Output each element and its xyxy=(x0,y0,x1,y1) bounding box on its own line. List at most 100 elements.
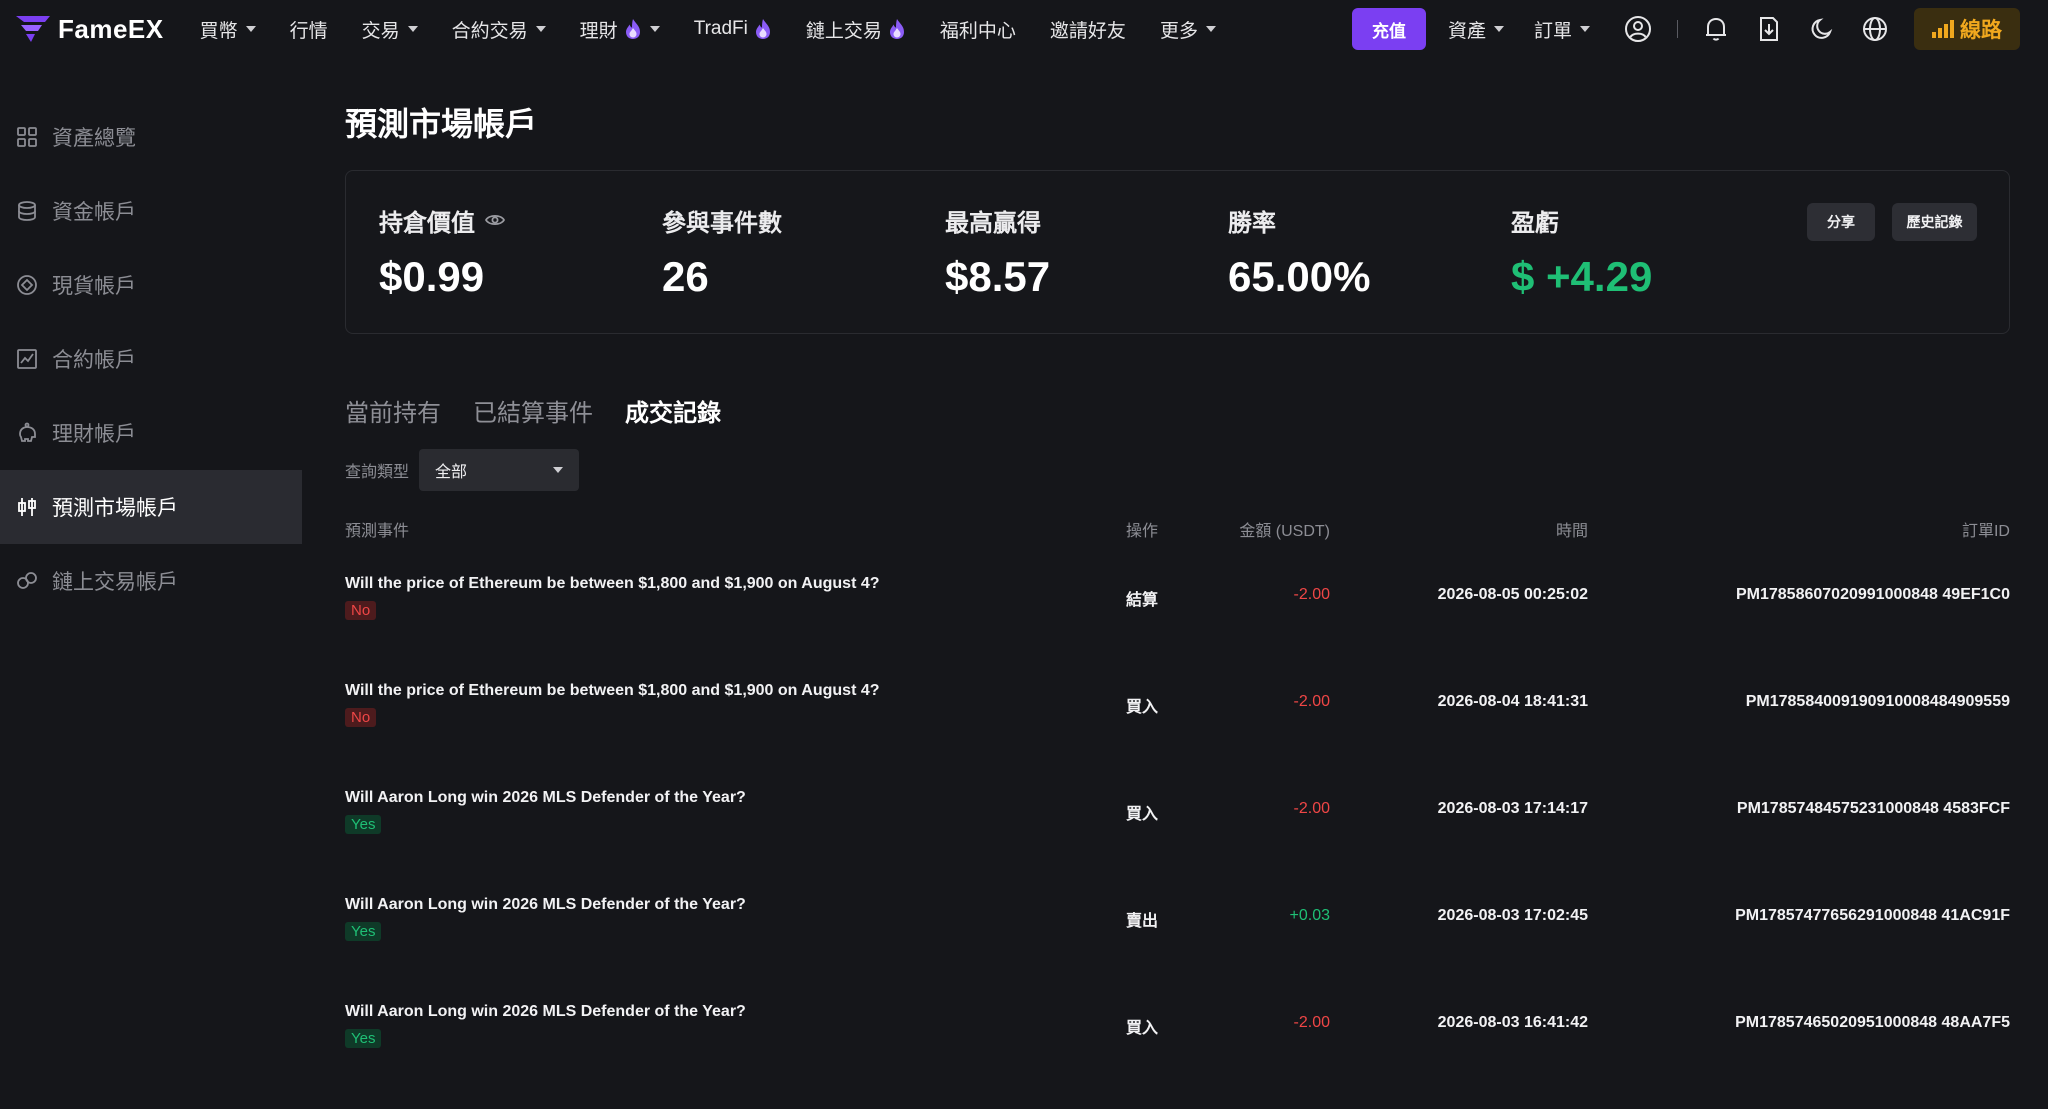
chevron-down-icon xyxy=(1580,26,1590,32)
event-title[interactable]: Will the price of Ethereum be between $1… xyxy=(345,575,880,593)
sidebar-item-4[interactable]: 理財帳戶 xyxy=(0,396,302,470)
operation: 買入 xyxy=(1126,1020,1159,1037)
win-rate-value: 65.00% xyxy=(1228,253,1371,300)
page-title: 預測市場帳戶 xyxy=(345,106,538,142)
line-label: 線路 xyxy=(1960,19,2002,42)
table-row[interactable]: Will the price of Ethereum be between $1… xyxy=(345,551,2010,658)
side-badge: Yes xyxy=(345,1029,382,1048)
user-icon[interactable] xyxy=(1623,14,1653,44)
nav-item-label: 交易 xyxy=(361,20,400,42)
order-id: PM17857465020951000848 48AA7F5 xyxy=(1735,1014,2010,1031)
sidebar-item-1[interactable]: 資金帳戶 xyxy=(0,174,302,248)
pnl-value: $ +4.29 xyxy=(1511,253,1653,300)
sidebar-item-label: 資金帳戶 xyxy=(52,201,136,224)
signal-icon xyxy=(1932,20,1954,38)
orders-menu[interactable]: 訂單 xyxy=(1534,16,1590,43)
deposit-button[interactable]: 充值 xyxy=(1351,8,1426,50)
chevron-down-icon xyxy=(1205,26,1216,32)
sidebar-item-3[interactable]: 合約帳戶 xyxy=(0,322,302,396)
history-button[interactable]: 歷史記錄 xyxy=(1892,203,1977,241)
max-win-value: $8.57 xyxy=(945,253,1051,300)
moon-icon[interactable] xyxy=(1807,14,1837,44)
event-title[interactable]: Will Aaron Long win 2026 MLS Defender of… xyxy=(345,1003,746,1021)
stat-win-rate: 勝率 65.00% xyxy=(1228,205,1370,301)
header-op: 操作 xyxy=(1126,523,1159,540)
line-button[interactable]: 線路 xyxy=(1914,8,2020,50)
fire-icon xyxy=(755,19,770,39)
nav-item-4[interactable]: 理財 xyxy=(580,16,660,43)
assets-menu-label: 資產 xyxy=(1447,20,1486,42)
order-id: PM17858607020991000848 49EF1C0 xyxy=(1735,586,2010,603)
sidebar: 資產總覽資金帳戶現貨帳戶合約帳戶理財帳戶預測市場帳戶鏈上交易帳戶 xyxy=(0,100,302,618)
sidebar-item-label: 預測市場帳戶 xyxy=(52,497,178,520)
chevron-down-icon xyxy=(535,26,546,32)
query-type-select[interactable]: 全部 xyxy=(419,449,580,491)
nav-item-label: 行情 xyxy=(289,20,328,42)
sidebar-item-label: 合約帳戶 xyxy=(52,349,136,372)
stats-card: 持倉價值 $0.99 參與事件數 26 最高贏得 $8.57 勝率 65.00%… xyxy=(345,170,2010,334)
event-title[interactable]: Will Aaron Long win 2026 MLS Defender of… xyxy=(345,789,746,807)
win-rate-label: 勝率 xyxy=(1228,209,1276,237)
fameex-logo-icon xyxy=(16,16,50,42)
table-row[interactable]: Will Aaron Long win 2026 MLS Defender of… xyxy=(345,872,2010,979)
download-icon[interactable] xyxy=(1754,14,1784,44)
chart-icon xyxy=(17,349,37,369)
event-title[interactable]: Will Aaron Long win 2026 MLS Defender of… xyxy=(345,896,746,914)
header-amount: 金額 (USDT) xyxy=(1239,523,1330,540)
nav-item-label: 理財 xyxy=(579,20,618,42)
order-id: PM178584009190910008484909559 xyxy=(1745,693,2010,710)
target-icon xyxy=(17,275,37,295)
share-button[interactable]: 分享 xyxy=(1807,203,1875,241)
nav-item-2[interactable]: 交易 xyxy=(362,16,418,43)
tab-2[interactable]: 成交記錄 xyxy=(625,393,721,428)
nav-item-label: 更多 xyxy=(1159,20,1198,42)
events-label: 參與事件數 xyxy=(662,209,782,237)
navbar-right: 充值 資產 訂單 線路 xyxy=(1351,0,2020,58)
assets-menu[interactable]: 資產 xyxy=(1448,16,1504,43)
operation: 結算 xyxy=(1126,592,1159,609)
nav-item-5[interactable]: TradFi xyxy=(694,18,772,40)
nav-item-label: 福利中心 xyxy=(939,20,1016,42)
eye-icon[interactable] xyxy=(485,213,505,227)
tab-1[interactable]: 已結算事件 xyxy=(473,393,593,428)
operation: 賣出 xyxy=(1126,913,1159,930)
amount: -2.00 xyxy=(1293,586,1330,603)
stat-label: 持倉價值 xyxy=(379,205,505,237)
nav-item-8[interactable]: 邀請好友 xyxy=(1050,16,1126,43)
nav-item-3[interactable]: 合約交易 xyxy=(452,16,546,43)
header-event: 預測事件 xyxy=(345,523,410,540)
nav-item-9[interactable]: 更多 xyxy=(1160,16,1216,43)
bell-icon[interactable] xyxy=(1701,14,1731,44)
main-menu: 買幣 行情 交易 合約交易 理財 TradFi 鏈上交易 福利中心 邀請好友 更多 xyxy=(200,16,1216,43)
table-header: 預測事件 操作 金額 (USDT) 時間 訂單ID xyxy=(345,509,2010,551)
tab-0[interactable]: 當前持有 xyxy=(345,393,441,428)
database-icon xyxy=(18,201,36,221)
pnl-label: 盈虧 xyxy=(1511,209,1559,237)
sidebar-item-6[interactable]: 鏈上交易帳戶 xyxy=(0,544,302,618)
stat-events: 參與事件數 26 xyxy=(662,205,782,301)
nav-item-6[interactable]: 鏈上交易 xyxy=(806,16,906,43)
event-title[interactable]: Will the price of Ethereum be between $1… xyxy=(345,682,880,700)
table-row[interactable]: Will Aaron Long win 2026 MLS Defender of… xyxy=(345,979,2010,1086)
sidebar-item-0[interactable]: 資產總覽 xyxy=(0,100,302,174)
chevron-down-icon xyxy=(1493,26,1504,32)
side-badge: No xyxy=(345,601,377,620)
table-row[interactable]: Will Aaron Long win 2026 MLS Defender of… xyxy=(345,765,2010,872)
sidebar-item-2[interactable]: 現貨帳戶 xyxy=(0,248,302,322)
time: 2026-08-03 17:14:17 xyxy=(1437,800,1588,817)
time: 2026-08-04 18:41:31 xyxy=(1437,693,1588,710)
query-type-value: 全部 xyxy=(435,464,468,481)
table-row[interactable]: Will the price of Ethereum be between $1… xyxy=(345,658,2010,765)
operation: 買入 xyxy=(1126,806,1159,823)
main-content: 預測市場帳戶 持倉價值 $0.99 參與事件數 26 最高贏得 $8.57 勝率… xyxy=(345,100,2010,1086)
logo[interactable]: FameEX xyxy=(14,14,164,45)
amount: -2.00 xyxy=(1293,1014,1330,1031)
chain-icon xyxy=(17,572,37,589)
nav-item-0[interactable]: 買幣 xyxy=(200,16,256,43)
trade-records-table: 預測事件 操作 金額 (USDT) 時間 訂單ID Will the price… xyxy=(345,509,2010,1086)
stat-pnl: 盈虧 $ +4.29 xyxy=(1511,205,1652,301)
sidebar-item-5[interactable]: 預測市場帳戶 xyxy=(0,470,302,544)
nav-item-1[interactable]: 行情 xyxy=(290,16,328,43)
nav-item-7[interactable]: 福利中心 xyxy=(940,16,1016,43)
globe-icon[interactable] xyxy=(1860,14,1890,44)
